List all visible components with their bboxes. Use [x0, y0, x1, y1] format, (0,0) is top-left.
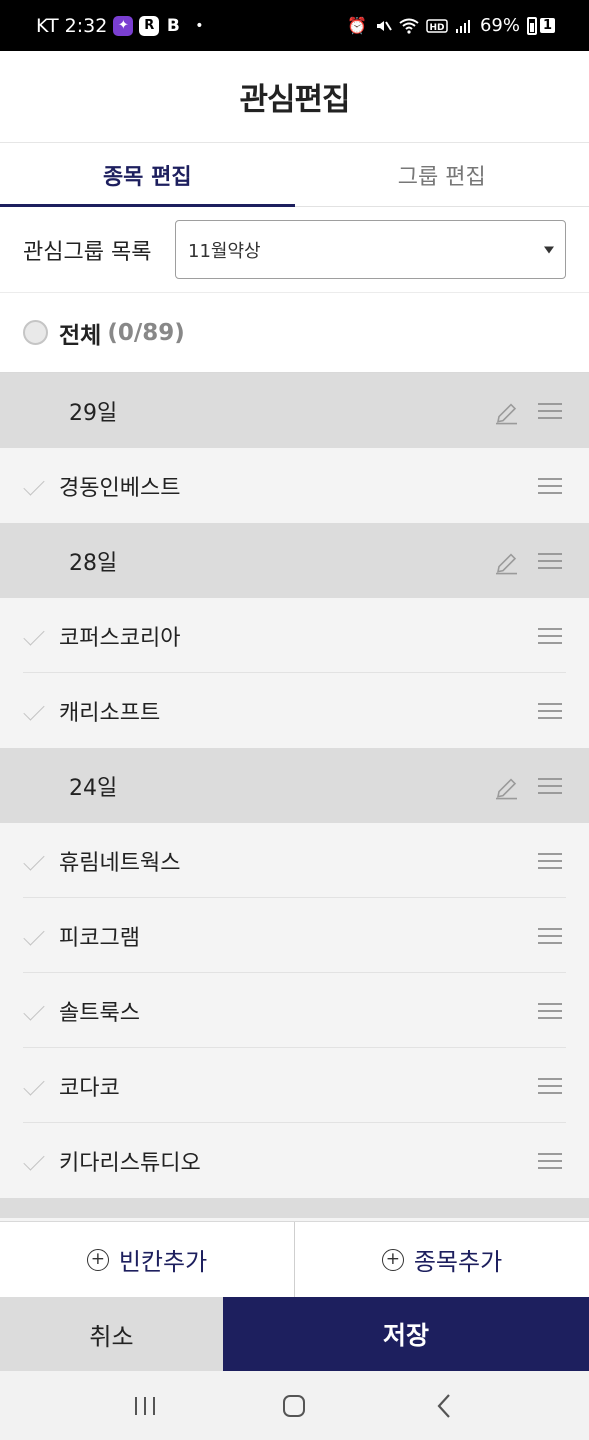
battery-badge: 1	[539, 18, 555, 33]
status-bar: KT 2:32 ✦ R B • ⏰ HD 69% 1	[0, 0, 589, 51]
add-bar: + 빈칸추가 + 종목추가	[0, 1221, 589, 1297]
list-item[interactable]: 키다리스튜디오	[0, 1123, 589, 1198]
select-all-row[interactable]: 전체 (0/89)	[0, 293, 589, 373]
app-notification-icon: ✦	[113, 15, 134, 36]
status-right: ⏰ HD 69% 1	[347, 15, 555, 36]
title-bar: 관심편집	[0, 51, 589, 143]
stock-name: 키다리스튜디오	[59, 1150, 201, 1176]
more-notifications-dot: •	[195, 17, 204, 34]
system-nav-bar	[0, 1371, 589, 1440]
pencil-edit-icon[interactable]	[493, 400, 519, 426]
stock-list[interactable]: 29일 경동인베스트 28일 코퍼스코리아 캐리소프트 24일 휴림네트웍스 피…	[0, 373, 589, 1221]
plus-circle-icon: +	[86, 1248, 109, 1271]
check-icon[interactable]	[23, 698, 45, 721]
page-title: 관심편집	[239, 82, 350, 118]
r-app-icon: R	[139, 15, 160, 36]
group-label: 24일	[69, 775, 118, 801]
stock-name: 솔트룩스	[59, 1000, 140, 1026]
select-all-count: (0/89)	[107, 319, 185, 346]
battery-icon: 1	[526, 16, 555, 35]
drag-handle-icon[interactable]	[538, 702, 562, 719]
group-header-row[interactable]: 29일	[0, 373, 589, 448]
add-blank-button[interactable]: + 빈칸추가	[0, 1222, 294, 1297]
list-item[interactable]: 코다코	[0, 1048, 589, 1123]
drag-handle-icon[interactable]	[538, 927, 562, 944]
tab-group-edit[interactable]: 그룹 편집	[295, 143, 589, 206]
list-item[interactable]: 피코그램	[0, 898, 589, 973]
group-select-dropdown[interactable]: 11월약상	[175, 220, 566, 279]
list-item[interactable]: 캐리소프트	[0, 673, 589, 748]
home-button[interactable]	[274, 1386, 314, 1426]
hd-icon: HD	[426, 18, 448, 34]
group-select-label: 관심그룹 목록	[23, 239, 152, 265]
check-icon[interactable]	[23, 998, 45, 1021]
wifi-icon	[399, 18, 419, 34]
check-icon[interactable]	[23, 473, 45, 496]
drag-handle-icon[interactable]	[538, 627, 562, 644]
list-item[interactable]: 경동인베스트	[0, 448, 589, 523]
plus-circle-icon: +	[381, 1248, 404, 1271]
stock-name: 경동인베스트	[59, 475, 181, 501]
group-select-value: 11월약상	[188, 240, 261, 262]
save-button[interactable]: 저장	[223, 1297, 589, 1371]
alarm-icon: ⏰	[347, 16, 367, 35]
drag-handle-icon[interactable]	[538, 552, 562, 569]
mute-icon	[374, 17, 392, 35]
check-icon[interactable]	[23, 1148, 45, 1171]
stock-name: 코다코	[59, 1075, 120, 1101]
battery-level	[526, 16, 537, 35]
group-header-row[interactable]: 28일	[0, 523, 589, 598]
drag-handle-icon[interactable]	[538, 777, 562, 794]
stock-name: 휴림네트웍스	[59, 850, 181, 876]
select-all-radio[interactable]	[23, 320, 48, 345]
recent-apps-button[interactable]	[125, 1386, 165, 1426]
add-stock-button[interactable]: + 종목추가	[294, 1222, 589, 1297]
pencil-edit-icon[interactable]	[493, 775, 519, 801]
tab-stock-edit[interactable]: 종목 편집	[0, 143, 295, 207]
drag-handle-icon[interactable]	[538, 477, 562, 494]
stock-name: 캐리소프트	[59, 700, 161, 726]
recent-apps-icon	[134, 1396, 155, 1415]
add-stock-label: 종목추가	[413, 1248, 503, 1276]
drag-handle-icon[interactable]	[538, 1077, 562, 1094]
group-select-row: 관심그룹 목록 11월약상	[0, 207, 589, 293]
pencil-edit-icon[interactable]	[493, 550, 519, 576]
b-app-icon: B	[166, 15, 180, 36]
check-icon[interactable]	[23, 623, 45, 646]
select-all-label: 전체	[59, 322, 102, 349]
list-item[interactable]: 휴림네트웍스	[0, 823, 589, 898]
svg-text:HD: HD	[429, 23, 444, 33]
list-item[interactable]: 코퍼스코리아	[0, 598, 589, 673]
check-icon[interactable]	[23, 923, 45, 946]
home-icon	[283, 1394, 306, 1417]
stock-name: 피코그램	[59, 925, 140, 951]
group-label: 29일	[69, 400, 118, 426]
caret-down-icon	[544, 246, 554, 253]
tab-bar: 종목 편집 그룹 편집	[0, 143, 589, 207]
check-icon[interactable]	[23, 848, 45, 871]
carrier-time: KT 2:32	[36, 14, 108, 37]
signal-icon	[455, 18, 473, 34]
drag-handle-icon[interactable]	[538, 402, 562, 419]
list-tail	[0, 1198, 589, 1218]
back-icon	[437, 1393, 450, 1418]
group-label: 28일	[69, 550, 118, 576]
group-header-row[interactable]: 24일	[0, 748, 589, 823]
action-bar: 취소 저장	[0, 1297, 589, 1371]
drag-handle-icon[interactable]	[538, 1152, 562, 1169]
list-item[interactable]: 솔트룩스	[0, 973, 589, 1048]
cancel-button[interactable]: 취소	[0, 1297, 223, 1371]
back-button[interactable]	[424, 1386, 464, 1426]
status-left: KT 2:32 ✦ R B •	[36, 15, 204, 37]
battery-percent: 69%	[479, 15, 520, 36]
drag-handle-icon[interactable]	[538, 852, 562, 869]
add-blank-label: 빈칸추가	[118, 1248, 208, 1276]
drag-handle-icon[interactable]	[538, 1002, 562, 1019]
stock-name: 코퍼스코리아	[59, 625, 181, 651]
check-icon[interactable]	[23, 1073, 45, 1096]
